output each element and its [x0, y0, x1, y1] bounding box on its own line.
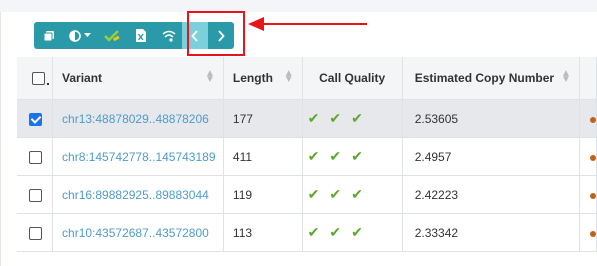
row-select-cell	[17, 99, 54, 138]
status-dot-icon	[589, 230, 596, 237]
column-header-label: Estimated Copy Number	[414, 71, 555, 85]
quality-check-icon: ✔	[329, 186, 342, 202]
select-all-checkbox[interactable]	[32, 72, 45, 86]
checkmark-edit-icon	[104, 29, 120, 42]
sort-icon: ▲ ▼	[561, 68, 571, 85]
copy-number-cell: 2.53605	[402, 99, 580, 138]
row-select-cell	[17, 137, 54, 176]
status-dot-icon	[589, 192, 596, 199]
copy-number-cell: 2.4957	[402, 137, 580, 176]
column-header-label: Call Quality	[319, 71, 386, 85]
column-header-call-quality[interactable]: Call Quality	[302, 57, 403, 100]
quality-check-icon: ✔	[351, 110, 363, 126]
sort-icon: ▲ ▼	[283, 68, 294, 85]
select-all-cell	[17, 57, 54, 100]
quality-check-icon: ✔	[351, 148, 363, 164]
call-quality-cell: ✔ ✔ ✔	[302, 137, 403, 176]
chevron-down-icon	[84, 33, 91, 38]
signal-button[interactable]	[155, 22, 182, 49]
table-row[interactable]: chr13:48878029..48878206 177 ✔ ✔ ✔ 2.53605	[17, 99, 597, 138]
column-header-variant[interactable]: Variant ▲ ▼	[52, 57, 224, 100]
column-header-estimated-copy-number[interactable]: Estimated Copy Number ▲ ▼	[402, 57, 580, 100]
quality-check-icon: ✔	[307, 224, 320, 240]
copy-number-cell: 2.33342	[402, 213, 580, 252]
column-header-label: Length	[232, 71, 273, 85]
table-row[interactable]: chr10:43572687..43572800 113 ✔ ✔ ✔ 2.33342	[17, 213, 597, 252]
table-header-row: Variant ▲ ▼ Length ▲ ▼ Call Quality Estima…	[17, 57, 597, 100]
variant-link[interactable]: chr8:145742778..145743189	[62, 150, 215, 164]
row-checkbox[interactable]	[29, 150, 42, 164]
row-select-cell	[17, 213, 54, 252]
quality-check-icon: ✔	[307, 148, 320, 164]
sort-icon: ▲ ▼	[205, 68, 215, 85]
row-checkbox[interactable]	[29, 226, 42, 240]
column-header-length[interactable]: Length ▲ ▼	[223, 57, 303, 100]
overflow-cell	[579, 213, 597, 252]
quality-check-icon: ✔	[351, 186, 363, 202]
status-dot-icon	[589, 154, 596, 161]
quality-check-icon: ✔	[307, 110, 320, 126]
overflow-cell	[579, 137, 597, 176]
row-checkbox[interactable]	[29, 188, 42, 202]
annotation-highlight-box	[187, 11, 245, 56]
copy-button[interactable]	[34, 22, 63, 49]
copy-icon	[43, 30, 55, 42]
row-select-cell	[17, 175, 54, 214]
contrast-dropdown-button[interactable]	[63, 22, 97, 49]
contrast-icon	[69, 29, 81, 42]
length-cell: 113	[223, 213, 303, 252]
quality-check-icon: ✔	[329, 148, 342, 164]
copy-number-cell: 2.42223	[402, 175, 580, 214]
column-menu-dot	[47, 83, 49, 86]
quality-check-icon: ✔	[351, 224, 363, 240]
variants-table: Variant ▲ ▼ Length ▲ ▼ Call Quality Estima…	[17, 57, 597, 252]
variant-cell: chr13:48878029..48878206	[52, 99, 224, 138]
call-quality-cell: ✔ ✔ ✔	[302, 175, 403, 214]
variant-cell: chr10:43572687..43572800	[52, 213, 224, 252]
table-row[interactable]: chr16:89882925..89883044 119 ✔ ✔ ✔ 2.42223	[17, 175, 597, 214]
overflow-cell	[579, 99, 597, 138]
overflow-cell	[579, 175, 597, 214]
quality-check-icon: ✔	[307, 186, 320, 202]
variant-link[interactable]: chr13:48878029..48878206	[62, 112, 209, 126]
column-header-label: Variant	[62, 71, 103, 85]
variant-link[interactable]: chr16:89882925..89883044	[62, 188, 209, 202]
status-dot-icon	[589, 116, 596, 123]
length-cell: 119	[223, 175, 303, 214]
length-cell: 177	[223, 99, 303, 138]
signal-icon	[162, 30, 176, 42]
call-quality-cell: ✔ ✔ ✔	[302, 213, 403, 252]
call-quality-cell: ✔ ✔ ✔	[302, 99, 403, 138]
variant-cell: chr8:145742778..145743189	[52, 137, 224, 176]
column-header-overflow	[579, 57, 597, 100]
length-cell: 411	[223, 137, 303, 176]
excel-export-button[interactable]	[127, 22, 155, 49]
excel-export-icon	[136, 29, 146, 42]
mark-verified-button[interactable]	[97, 22, 127, 49]
variant-cell: chr16:89882925..89883044	[52, 175, 224, 214]
row-checkbox[interactable]	[29, 112, 42, 126]
quality-check-icon: ✔	[329, 110, 342, 126]
table-row[interactable]: chr8:145742778..145743189 411 ✔ ✔ ✔ 2.4957	[17, 137, 597, 176]
annotation-arrow-icon	[248, 17, 367, 31]
variant-link[interactable]: chr10:43572687..43572800	[62, 226, 209, 240]
top-bar	[0, 0, 597, 12]
quality-check-icon: ✔	[329, 224, 342, 240]
